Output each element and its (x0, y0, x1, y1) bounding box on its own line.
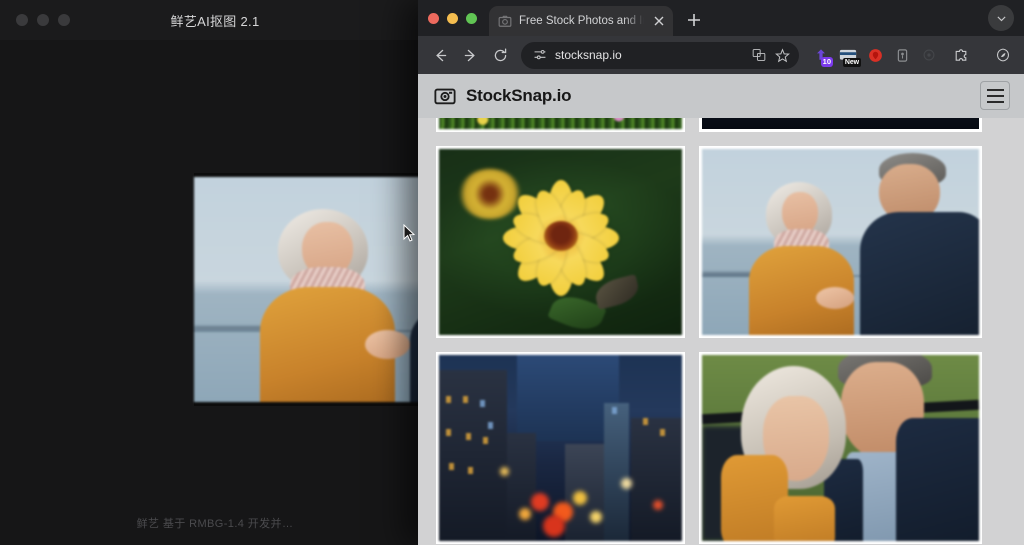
hamburger-icon[interactable] (980, 81, 1010, 110)
gallery-item-city-dusk[interactable] (436, 352, 685, 544)
app-canvas: 鲜艺 基于 RMBG-1.4 开发并… (0, 40, 430, 545)
pin-extension-badge: 10 (821, 57, 833, 67)
dahlia-center (544, 221, 578, 251)
muted-extension-icon[interactable] (917, 43, 941, 67)
ai-cutout-app-window: 鲜艺AI抠图 2.1 鲜艺 基于 RMBG-1.4 开发并… (0, 0, 430, 545)
building-right (631, 418, 682, 541)
web-page-content: StockSnap.io (418, 74, 1024, 545)
gallery-item-dahlia[interactable] (436, 146, 685, 338)
traffic-bokeh (543, 515, 565, 537)
gallery-item-seaside-couple[interactable] (699, 146, 982, 338)
gallery-item-park-couple[interactable] (699, 352, 982, 544)
browser-close-button[interactable] (428, 13, 439, 24)
reload-button[interactable] (486, 41, 514, 69)
hamburger-line (987, 89, 1004, 91)
building-mid-left (507, 433, 536, 541)
photo-grid (436, 102, 1006, 544)
forward-button[interactable] (456, 41, 484, 69)
browser-minimize-button[interactable] (447, 13, 458, 24)
device-extension-icon[interactable] (890, 43, 914, 67)
site-header: StockSnap.io (418, 74, 1024, 118)
traffic-bokeh (531, 493, 549, 511)
pin-extension-icon[interactable]: 10 (809, 43, 833, 67)
browser-toolbar: stocksnap.io 10 New (418, 36, 1024, 74)
held-hands (365, 330, 410, 359)
camera-icon (498, 14, 512, 28)
building-mid (565, 444, 609, 541)
browser-zoom-button[interactable] (466, 13, 477, 24)
address-bar[interactable]: stocksnap.io (521, 42, 799, 69)
card-extension-badge: New (843, 58, 861, 67)
back-button[interactable] (426, 41, 454, 69)
browser-window-controls[interactable] (428, 0, 477, 36)
street-bokeh (653, 500, 663, 510)
tab-search-button[interactable] (988, 5, 1014, 31)
app-minimize-button[interactable] (37, 14, 49, 26)
held-hands (816, 287, 855, 309)
street-bokeh (500, 467, 509, 476)
preview-photo-seaside-woman (194, 177, 430, 402)
star-icon[interactable] (774, 47, 791, 64)
tab-title: Free Stock Photos and Image (519, 15, 644, 27)
man-suit (860, 212, 979, 335)
traffic-bokeh (573, 491, 587, 505)
new-tab-button[interactable] (681, 7, 707, 33)
preview-image-card[interactable] (194, 173, 430, 406)
tab-free-stock-photos[interactable]: Free Stock Photos and Image (489, 6, 673, 36)
building-tower (604, 403, 628, 541)
translate-icon[interactable] (750, 47, 767, 64)
photo-city-street-dusk (439, 355, 682, 541)
woman-coat (774, 496, 835, 541)
record-extension-icon[interactable] (863, 43, 887, 67)
photo-yellow-dahlia (439, 149, 682, 335)
hamburger-line (987, 101, 1004, 103)
traffic-bokeh (590, 511, 602, 523)
app-close-button[interactable] (16, 14, 28, 26)
secondary-flower (459, 169, 521, 219)
site-name: StockSnap.io (466, 86, 571, 106)
tab-close-icon[interactable] (651, 13, 667, 29)
photo-senior-couple-sea (702, 149, 979, 335)
street-bokeh (621, 478, 632, 489)
extensions-area: 10 New (809, 43, 941, 67)
camera-icon (434, 85, 456, 107)
card-extension-icon[interactable]: New (836, 43, 860, 67)
app-window-controls[interactable] (16, 14, 70, 26)
leaf-shield-icon[interactable] (989, 41, 1017, 69)
url-text: stocksnap.io (555, 48, 743, 62)
app-footnote: 鲜艺 基于 RMBG-1.4 开发并… (0, 515, 430, 531)
site-logo[interactable]: StockSnap.io (434, 85, 571, 107)
browser-tabstrip: Free Stock Photos and Image (418, 0, 1024, 36)
app-zoom-button[interactable] (58, 14, 70, 26)
photo-gallery (418, 102, 1024, 529)
profile-avatar[interactable]: J (1019, 41, 1024, 69)
man-jacket (896, 418, 979, 541)
photo-senior-couple-park (702, 355, 979, 541)
browser-window: Free Stock Photos and Image (418, 0, 1024, 545)
hamburger-line (987, 95, 1004, 97)
traffic-bokeh (519, 508, 531, 520)
app-titlebar: 鲜艺AI抠图 2.1 (0, 0, 430, 40)
desktop-screen: 鲜艺AI抠图 2.1 鲜艺 基于 RMBG-1.4 开发并… (0, 0, 1024, 545)
tune-icon[interactable] (531, 47, 548, 64)
extensions-puzzle-icon[interactable] (947, 41, 975, 69)
